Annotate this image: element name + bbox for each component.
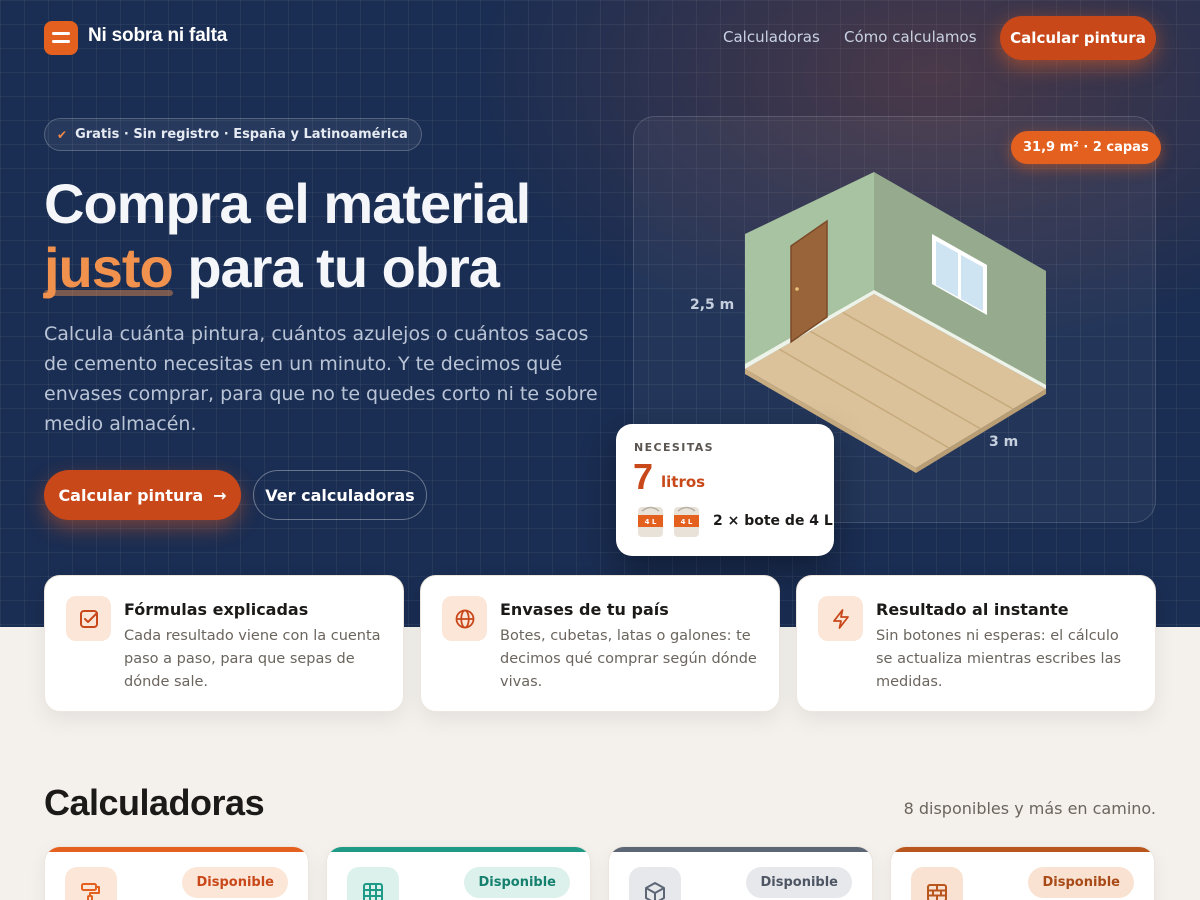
result-card: NECESITAS 7 litros 4 L 4 L 2 × bote de 4…	[616, 424, 834, 556]
headline-line-2-rest: para tu obra	[187, 236, 500, 299]
calculator-card-ladrillos[interactable]: Disponible	[890, 846, 1155, 900]
calculators-count: 8 disponibles y más en camino.	[903, 799, 1156, 818]
feature-description: Sin botones ni esperas: el cálculo se ac…	[876, 628, 1122, 690]
lightning-icon	[818, 596, 863, 641]
result-unit: litros	[661, 473, 706, 491]
brick-wall-icon	[911, 867, 963, 900]
result-eyebrow: NECESITAS	[634, 441, 715, 454]
calcular-pintura-button[interactable]: Calcular pintura →	[44, 470, 241, 520]
logo-icon[interactable]	[44, 21, 78, 55]
availability-tag: Disponible	[746, 867, 852, 898]
ver-calculadoras-button[interactable]: Ver calculadoras	[253, 470, 427, 520]
calculators-section-title: Calculadoras	[44, 782, 265, 823]
feature-description: Cada resultado viene con la cuenta paso …	[124, 628, 381, 690]
brand-name[interactable]: Ni sobra ni falta	[88, 25, 227, 47]
hero-badge-text: Gratis · Sin registro · España y Latinoa…	[75, 127, 408, 142]
area-badge: 31,9 m² · 2 capas	[1011, 131, 1161, 164]
feature-title: Envases de tu país	[500, 600, 669, 619]
width-dimension-label: 3 m	[989, 434, 1019, 450]
cube-icon	[629, 867, 681, 900]
paint-can-icon: 4 L	[674, 506, 699, 537]
calcular-pintura-label: Calcular pintura	[58, 485, 204, 505]
hero-badge: ✔ Gratis · Sin registro · España y Latin…	[44, 118, 422, 151]
calculator-card-azulejos[interactable]: Disponible	[326, 846, 591, 900]
check-icon: ✔	[57, 127, 68, 142]
result-cans-text: 2 × bote de 4 L	[713, 513, 833, 529]
paint-roller-icon	[65, 867, 117, 900]
paint-can-icon: 4 L	[638, 506, 663, 537]
arrow-right-icon: →	[213, 485, 227, 505]
headline-line-2: justo para tu obra	[44, 236, 530, 300]
feature-title: Resultado al instante	[876, 600, 1069, 619]
headline-line-1: Compra el material	[44, 172, 531, 235]
checkbox-icon	[66, 596, 111, 641]
globe-icon	[442, 596, 487, 641]
can-label: 4 L	[681, 518, 693, 526]
feature-title: Fórmulas explicadas	[124, 600, 309, 619]
availability-tag: Disponible	[464, 867, 570, 898]
header-calcular-pintura-button[interactable]: Calcular pintura	[1000, 16, 1156, 60]
tile-grid-icon	[347, 867, 399, 900]
feature-description: Botes, cubetas, latas o galones: te deci…	[500, 628, 757, 690]
nav-link-como-calculamos[interactable]: Cómo calculamos	[844, 28, 977, 46]
can-label: 4 L	[645, 518, 657, 526]
feature-card-envases: Envases de tu país Botes, cubetas, latas…	[420, 575, 780, 712]
availability-tag: Disponible	[182, 867, 288, 898]
headline-accent-word: justo	[44, 236, 174, 299]
feature-card-resultado: Resultado al instante Sin botones ni esp…	[796, 575, 1156, 712]
height-dimension-label: 2,5 m	[690, 297, 735, 313]
availability-tag: Disponible	[1028, 867, 1134, 898]
hero-headline: Compra el material justo para tu obra	[44, 172, 531, 300]
hero-lead: Calcula cuánta pintura, cuántos azulejos…	[44, 323, 598, 435]
feature-card-formulas: Fórmulas explicadas Cada resultado viene…	[44, 575, 404, 712]
result-value: 7	[633, 456, 654, 497]
calculator-card-pintura[interactable]: Disponible	[44, 846, 309, 900]
nav-link-calculadoras[interactable]: Calculadoras	[723, 28, 820, 46]
calculator-card-cemento[interactable]: Disponible	[608, 846, 873, 900]
